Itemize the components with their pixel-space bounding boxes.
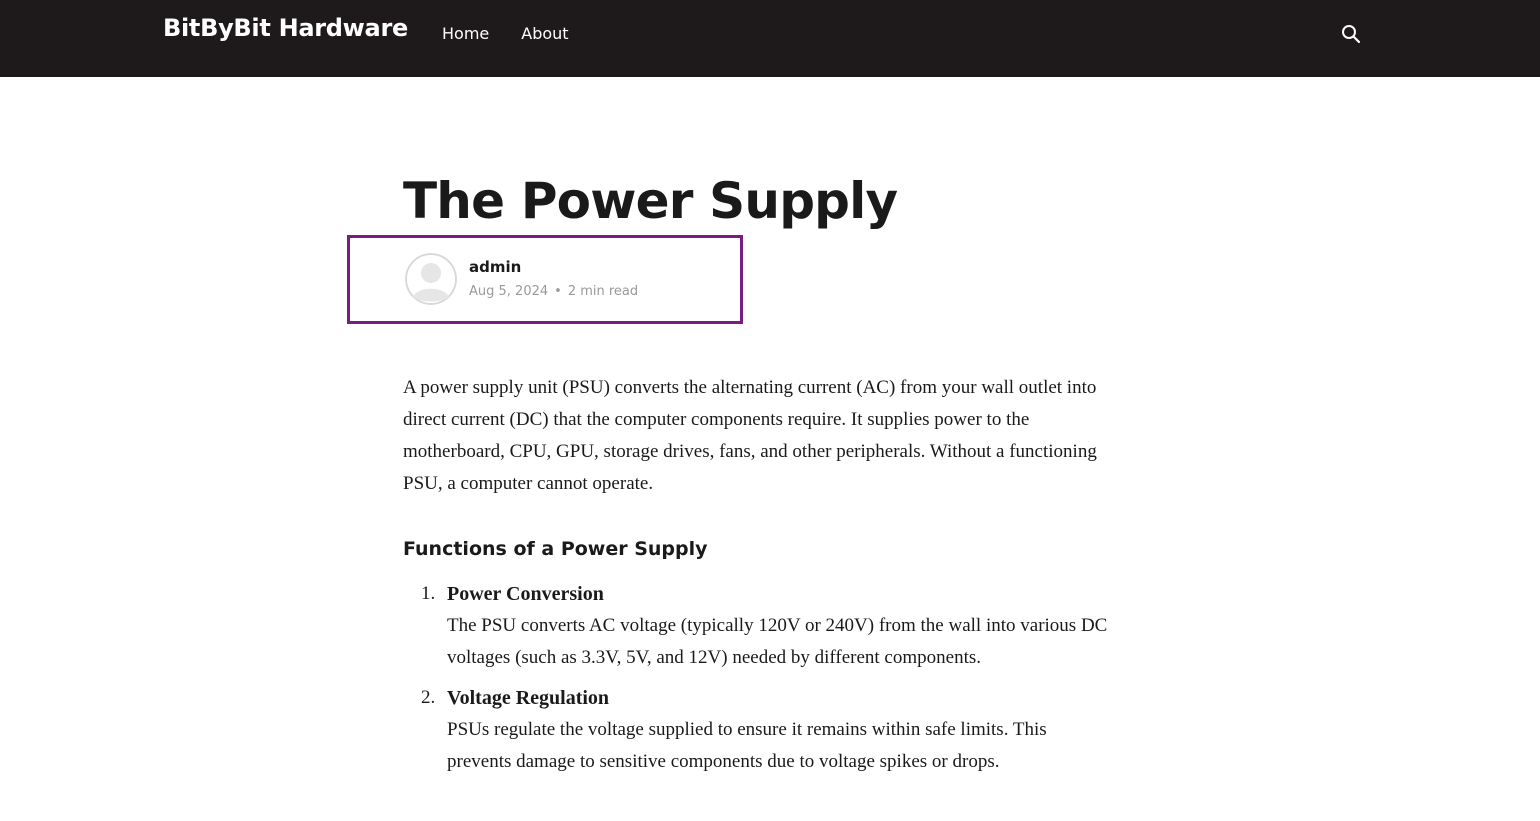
nav-item-home[interactable]: Home <box>442 24 489 43</box>
list-item-number: 1. <box>421 583 436 604</box>
post-title: The Power Supply <box>403 172 898 230</box>
meta-separator: • <box>554 284 562 299</box>
post-meta: Aug 5, 2024 • 2 min read <box>469 284 638 299</box>
list-item-title: Power Conversion <box>447 583 604 605</box>
list-item-description: The PSU converts AC voltage (typically 1… <box>447 615 1108 668</box>
user-avatar-icon <box>405 253 457 305</box>
search-icon <box>1342 25 1361 44</box>
functions-list: 1. Power Conversion The PSU converts AC … <box>403 578 1113 786</box>
list-item-description: PSUs regulate the voltage supplied to en… <box>447 719 1047 772</box>
site-header: BitByBit Hardware Home About <box>0 0 1540 77</box>
list-item-number: 2. <box>421 687 436 708</box>
search-button[interactable] <box>1339 22 1363 46</box>
author-avatar[interactable] <box>405 253 457 305</box>
intro-paragraph: A power supply unit (PSU) converts the a… <box>403 377 1097 494</box>
author-name-link[interactable]: admin <box>469 258 521 276</box>
post-date: Aug 5, 2024 <box>469 284 549 299</box>
list-item-title: Voltage Regulation <box>447 687 610 709</box>
list-item: 2. Voltage Regulation PSUs regulate the … <box>403 682 1113 778</box>
section-heading: Functions of a Power Supply <box>403 538 708 560</box>
main-nav: Home About <box>442 24 569 43</box>
nav-item-about[interactable]: About <box>521 24 568 43</box>
read-time: 2 min read <box>567 284 639 299</box>
list-item: 1. Power Conversion The PSU converts AC … <box>403 578 1113 674</box>
site-brand-link[interactable]: BitByBit Hardware <box>163 14 408 42</box>
